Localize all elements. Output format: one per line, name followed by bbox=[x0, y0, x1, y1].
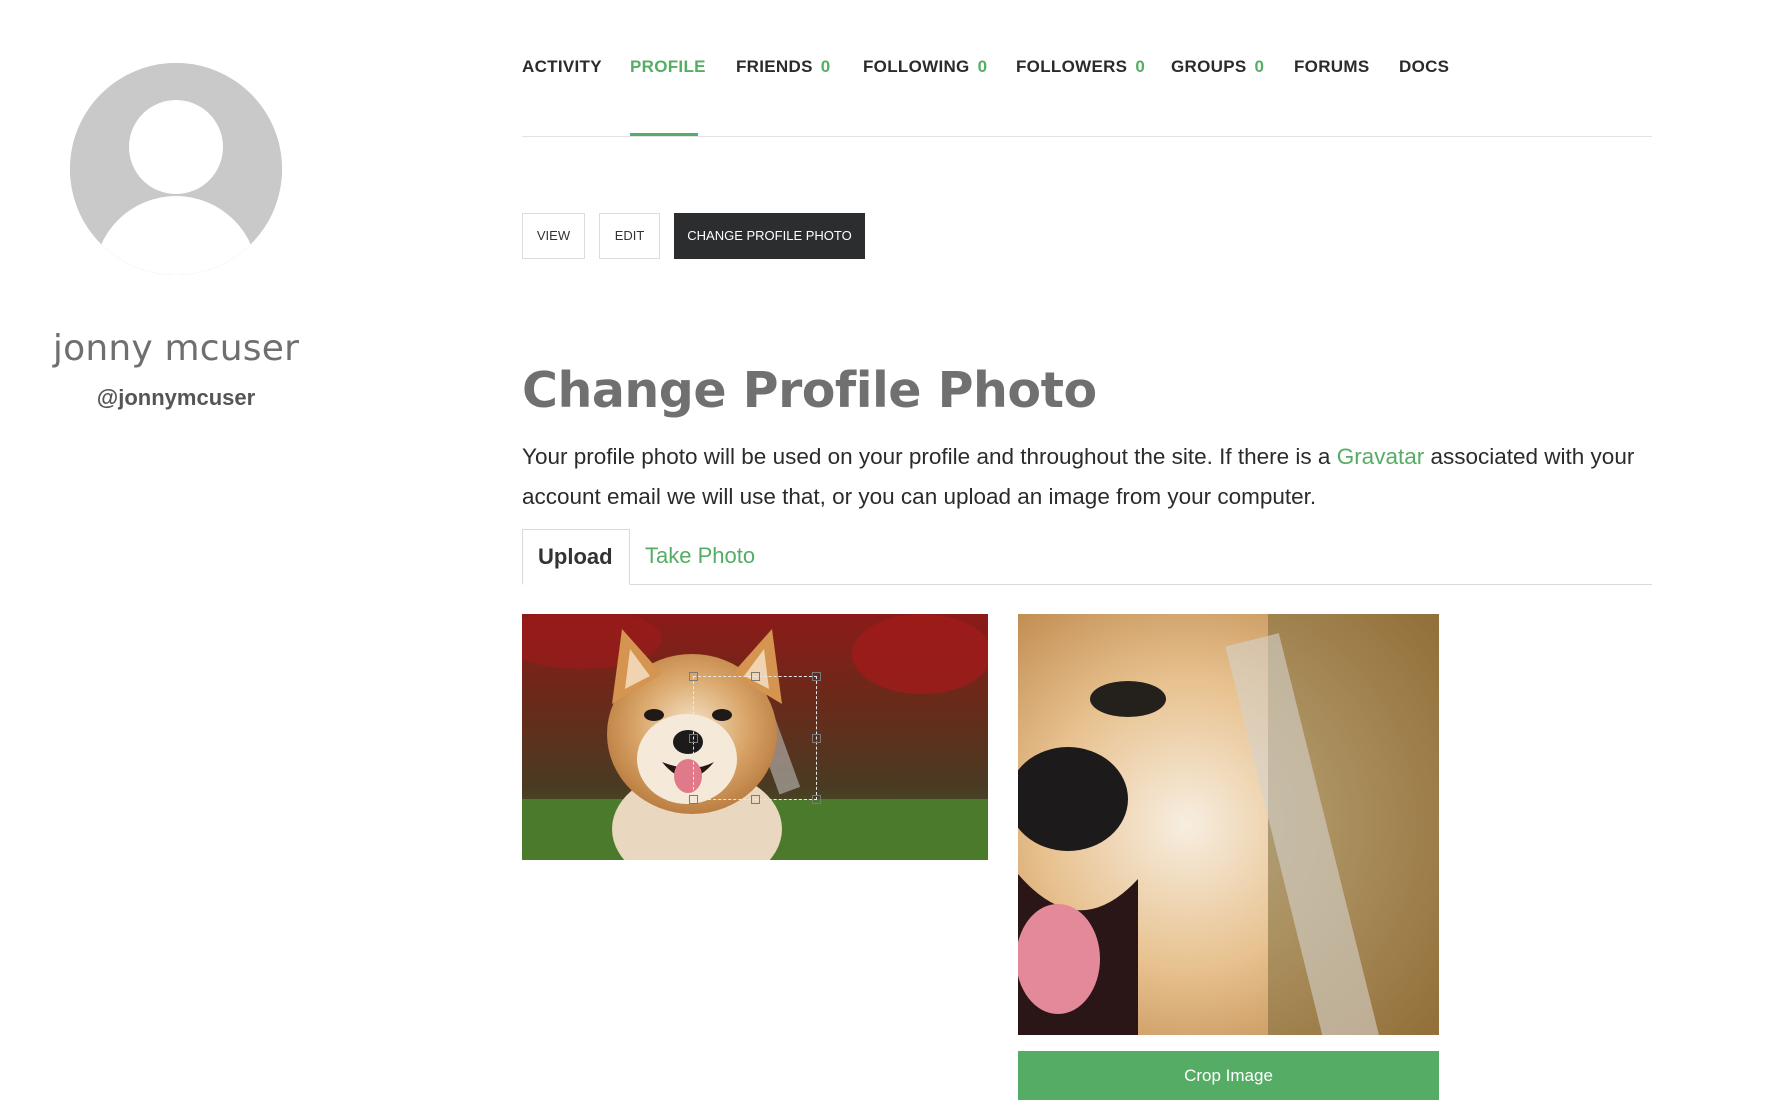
user-handle: @jonnymcuser bbox=[96, 385, 256, 410]
crop-preview bbox=[1018, 614, 1439, 1035]
photo-tabs: Upload Take Photo bbox=[522, 529, 1652, 585]
view-button[interactable]: VIEW bbox=[522, 213, 585, 259]
crop-handle-w[interactable] bbox=[689, 734, 698, 743]
crop-image-button[interactable]: Crop Image bbox=[1018, 1051, 1439, 1100]
nav-profile[interactable]: PROFILE bbox=[630, 57, 706, 77]
nav-label: FOLLOWING bbox=[863, 57, 970, 76]
tab-take-photo[interactable]: Take Photo bbox=[630, 529, 770, 585]
nav-docs[interactable]: DOCS bbox=[1399, 57, 1449, 77]
following-count: 0 bbox=[977, 57, 988, 76]
page-title: Change Profile Photo bbox=[522, 362, 1097, 419]
nav-groups[interactable]: GROUPS 0 bbox=[1171, 57, 1264, 77]
crop-handle-nw[interactable] bbox=[689, 672, 698, 681]
groups-count: 0 bbox=[1254, 57, 1265, 76]
crop-selection[interactable] bbox=[689, 672, 821, 804]
nav-label: GROUPS bbox=[1171, 57, 1247, 76]
nav-following[interactable]: FOLLOWING 0 bbox=[863, 57, 987, 77]
nav-followers[interactable]: FOLLOWERS 0 bbox=[1016, 57, 1145, 77]
active-tab-indicator bbox=[630, 133, 698, 136]
tab-upload[interactable]: Upload bbox=[522, 529, 630, 585]
nav-label: FRIENDS bbox=[736, 57, 813, 76]
nav-activity[interactable]: ACTIVITY bbox=[522, 57, 602, 77]
nav-label: DOCS bbox=[1399, 57, 1450, 76]
gravatar-link[interactable]: Gravatar bbox=[1337, 444, 1425, 469]
nav-label: PROFILE bbox=[630, 57, 706, 76]
cropped-dog-preview-image bbox=[1018, 614, 1439, 1035]
crop-handle-se[interactable] bbox=[812, 795, 821, 804]
nav-label: FORUMS bbox=[1294, 57, 1370, 76]
crop-handle-sw[interactable] bbox=[689, 795, 698, 804]
crop-handle-s[interactable] bbox=[751, 795, 760, 804]
crop-handle-n[interactable] bbox=[751, 672, 760, 681]
crop-handle-e[interactable] bbox=[812, 734, 821, 743]
friends-count: 0 bbox=[820, 57, 831, 76]
nav-forums[interactable]: FORUMS bbox=[1294, 57, 1369, 77]
avatar[interactable] bbox=[70, 63, 282, 275]
edit-button[interactable]: EDIT bbox=[599, 213, 660, 259]
display-name: jonny mcuser bbox=[52, 328, 300, 369]
change-profile-photo-button[interactable]: CHANGE PROFILE PHOTO bbox=[674, 213, 865, 259]
nav-label: FOLLOWERS bbox=[1016, 57, 1128, 76]
nav-friends[interactable]: FRIENDS 0 bbox=[736, 57, 830, 77]
nav-label: ACTIVITY bbox=[522, 57, 602, 76]
default-avatar-icon bbox=[70, 63, 282, 275]
crop-handle-ne[interactable] bbox=[812, 672, 821, 681]
intro-text: Your profile photo will be used on your … bbox=[522, 437, 1662, 517]
primary-nav: ACTIVITY PROFILE FRIENDS 0 FOLLOWING 0 FOL… bbox=[522, 0, 1652, 137]
followers-count: 0 bbox=[1135, 57, 1146, 76]
source-image[interactable] bbox=[522, 614, 988, 860]
intro-text-start: Your profile photo will be used on your … bbox=[522, 444, 1337, 469]
